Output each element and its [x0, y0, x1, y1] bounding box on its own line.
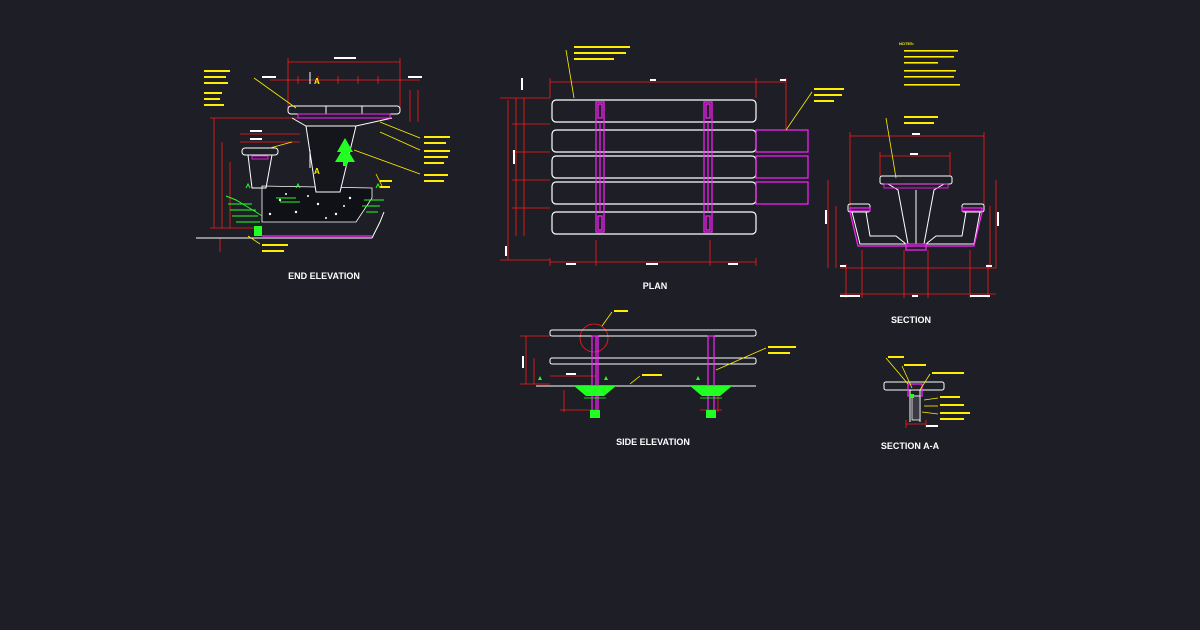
plan-view: PLAN — [500, 46, 844, 291]
section-aa-anchor — [910, 394, 914, 398]
end-elevation-title: END ELEVATION — [288, 271, 360, 281]
section-aa-title: SECTION A-A — [881, 441, 940, 451]
section-marker-top: A — [314, 77, 320, 86]
section-marker-bottom: A — [314, 167, 320, 176]
side-elevation-footings — [538, 376, 732, 418]
plan-slats — [551, 99, 757, 235]
end-elevation-view: A A END ELEVATION — [196, 57, 450, 281]
section-aa-view: SECTION A-A — [881, 356, 970, 451]
side-elevation-dimension-ticks — [522, 356, 576, 375]
side-elevation-dimensions — [520, 323, 722, 412]
cad-drawing: A A END ELEVATION PLAN NOTES: SECTION SI… — [196, 41, 999, 451]
side-elevation-structure — [536, 329, 757, 387]
side-elevation-note-marks — [614, 310, 796, 376]
plan-dimensions — [500, 78, 787, 266]
seat — [241, 147, 279, 189]
section-leaders — [885, 117, 897, 179]
side-elevation-view: SIDE ELEVATION — [520, 310, 796, 447]
plan-leaders — [565, 49, 813, 131]
section-view: SECTION — [825, 116, 999, 325]
plan-note-marks — [574, 46, 844, 102]
side-elevation-title: SIDE ELEVATION — [616, 437, 690, 447]
notes-block: NOTES: — [899, 41, 960, 86]
cad-drawing-canvas: A A END ELEVATION PLAN NOTES: SECTION SI… — [0, 0, 1200, 630]
notes-lines — [904, 50, 960, 86]
section-aa-note-marks — [888, 356, 970, 420]
section-aa-dimensions — [905, 420, 927, 428]
section-title: SECTION — [891, 315, 931, 325]
plan-dimension-ticks — [505, 78, 786, 265]
side-elevation-leaders — [601, 311, 767, 385]
plan-title: PLAN — [643, 281, 668, 291]
notes-heading: NOTES: — [899, 41, 914, 46]
table-top — [287, 105, 401, 115]
section-note-marks — [904, 116, 938, 124]
section-table — [879, 175, 953, 245]
